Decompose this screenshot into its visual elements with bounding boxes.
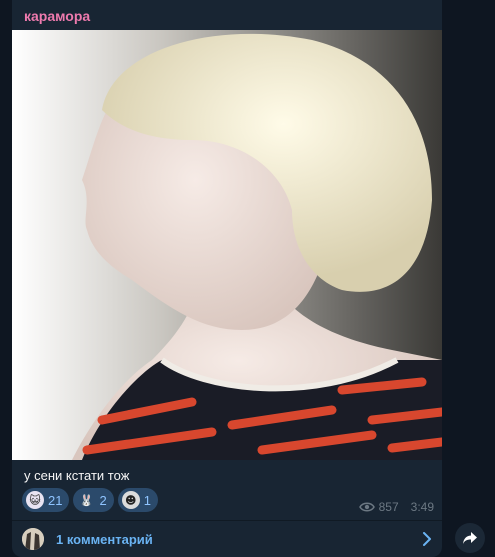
troll-face-emoji-icon: ☻ [121,491,140,509]
share-button[interactable] [455,523,485,553]
post-photo[interactable] [12,30,442,460]
reaction-cat[interactable]: 😺 21 [22,488,70,512]
comments-label: 1 комментарий [56,531,153,547]
reaction-count: 1 [143,492,151,508]
author-name[interactable]: карамора [24,8,90,24]
chevron-right-icon [423,532,431,546]
reactions-bar: 😺 21 🐰 2 ☻ 1 [22,488,158,512]
reaction-troll[interactable]: ☻ 1 [117,488,158,512]
eye-icon [358,502,375,512]
reaction-count: 21 [48,492,63,508]
commenter-avatar [22,528,44,550]
reaction-bunny[interactable]: 🐰 2 [73,488,114,512]
post-caption: у сени кстати тож [24,468,130,483]
reaction-count: 2 [99,492,107,508]
bunny-emoji-icon: 🐰 [79,493,94,507]
cat-sticker-emoji-icon: 😺 [26,491,44,509]
message-meta: 857 3:49 [358,500,434,514]
share-arrow-icon [463,532,477,544]
message-bubble: карамора у сени кстати тож 😺 21 🐰 2 ☻ 1 … [12,0,442,557]
comments-button[interactable]: 1 комментарий [12,521,442,557]
view-count: 857 [378,500,399,514]
message-time: 3:49 [410,500,434,514]
